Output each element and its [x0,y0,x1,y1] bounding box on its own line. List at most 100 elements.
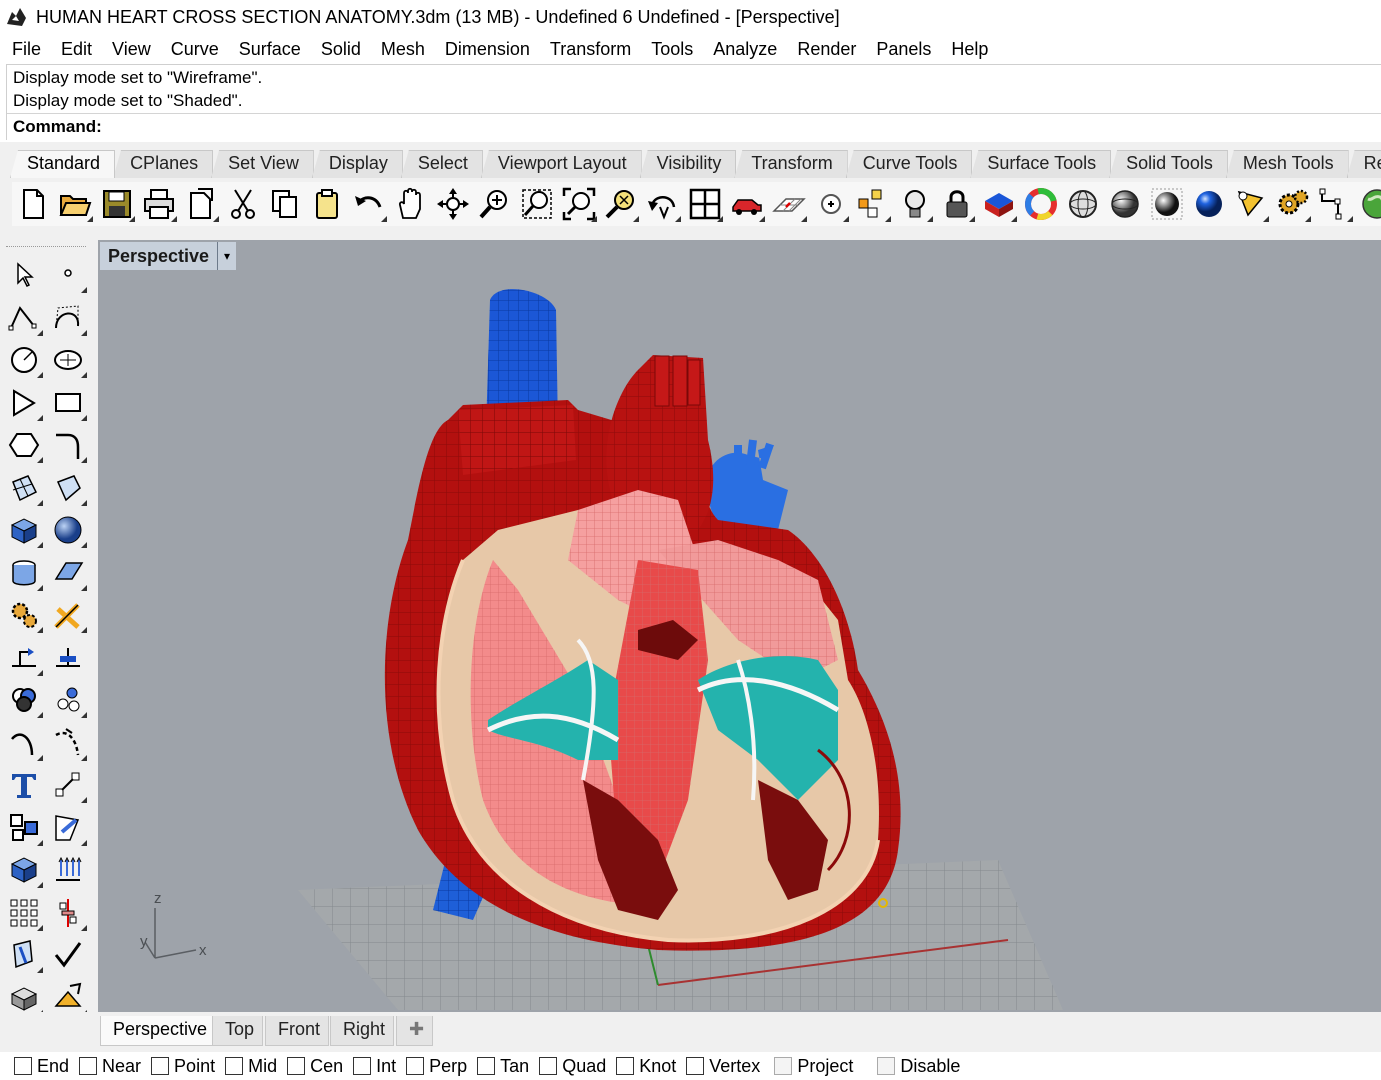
rhino-app-icon[interactable] [4,4,30,30]
checkbox[interactable] [539,1057,558,1075]
options-gear-icon[interactable] [1272,183,1314,225]
menu-curve[interactable]: Curve [161,39,229,60]
osnap-quad[interactable]: Quad [539,1056,606,1077]
rectangle-icon[interactable] [46,382,90,424]
osnap-tan[interactable]: Tan [477,1056,529,1077]
rotate-view-icon[interactable] [432,183,474,225]
wireframe-sphere-icon[interactable] [1062,183,1104,225]
mirror-icon[interactable] [46,892,90,934]
viewport-title[interactable]: Perspective [100,242,219,270]
osnap-cen[interactable]: Cen [287,1056,343,1077]
surface-corner-points-icon[interactable] [2,467,46,509]
select-arrow-icon[interactable] [2,254,46,296]
osnap-perp[interactable]: Perp [406,1056,467,1077]
tab-viewport-right[interactable]: Right [330,1016,395,1046]
four-viewports-icon[interactable] [684,183,726,225]
toolbar-grip[interactable] [6,246,86,249]
undo-view-icon[interactable] [642,183,684,225]
menu-file[interactable]: File [2,39,51,60]
fillet-curve-icon[interactable] [46,424,90,466]
viewport-menu-dropdown-icon[interactable]: ▾ [218,242,236,270]
new-file-icon[interactable] [12,183,54,225]
osnap-point-icon[interactable] [810,183,852,225]
align-icon[interactable] [46,637,90,679]
pan-hand-icon[interactable] [390,183,432,225]
add-viewport-tab-icon[interactable]: ✚ [396,1016,434,1046]
tab-render[interactable]: Rer [1346,150,1381,178]
undo-icon[interactable] [348,183,390,225]
import-icon[interactable] [180,183,222,225]
cplane-grid-icon[interactable] [768,183,810,225]
checkbox[interactable] [353,1057,372,1075]
checkbox[interactable] [14,1057,32,1075]
text-icon[interactable] [2,764,46,806]
osnap-near[interactable]: Near [79,1056,141,1077]
tab-viewport-perspective[interactable]: Perspective [100,1016,217,1046]
print-icon[interactable] [138,183,180,225]
osnap-knot[interactable]: Knot [616,1056,676,1077]
menu-analyze[interactable]: Analyze [703,39,787,60]
split-icon[interactable] [46,594,90,636]
rendered-sphere-icon[interactable] [1146,183,1188,225]
solid-sphere-icon[interactable] [46,509,90,551]
checkbox[interactable] [287,1057,306,1075]
tab-cplanes[interactable]: CPlanes [113,150,214,178]
zoom-extents-icon[interactable] [558,183,600,225]
lock-icon[interactable] [936,183,978,225]
layers-icon[interactable] [852,183,894,225]
cylinder-icon[interactable] [2,552,46,594]
tab-select[interactable]: Select [400,150,483,178]
menu-help[interactable]: Help [941,39,998,60]
edit-points-icon[interactable] [46,807,90,849]
arc-icon[interactable] [2,382,46,424]
tab-set-view[interactable]: Set View [211,150,314,178]
tab-transform[interactable]: Transform [734,150,848,178]
open-folder-icon[interactable] [54,183,96,225]
menu-tools[interactable]: Tools [641,39,703,60]
cut-icon[interactable] [222,183,264,225]
project-icon[interactable] [2,934,46,976]
curve-control-points-icon[interactable] [46,297,90,339]
osnap-vertex[interactable]: Vertex [686,1056,760,1077]
spotlight-icon[interactable] [1230,183,1272,225]
tab-solid-tools[interactable]: Solid Tools [1109,150,1228,178]
named-view-car-icon[interactable] [726,183,768,225]
tab-viewport-layout[interactable]: Viewport Layout [480,150,642,178]
checkbox[interactable] [877,1057,896,1075]
material-sphere-icon[interactable] [1188,183,1230,225]
zoom-dynamic-icon[interactable] [474,183,516,225]
tab-visibility[interactable]: Visibility [639,150,737,178]
checkbox[interactable] [151,1057,170,1075]
menu-panels[interactable]: Panels [866,39,941,60]
block-icon[interactable] [2,807,46,849]
dimension-icon[interactable] [1314,183,1356,225]
copy-icon[interactable] [264,183,306,225]
menu-render[interactable]: Render [787,39,866,60]
command-input[interactable] [101,115,1381,139]
array-icon[interactable] [2,892,46,934]
checkbox[interactable] [79,1057,98,1075]
object-properties-icon[interactable] [978,183,1020,225]
paste-icon[interactable] [306,183,348,225]
circle-icon[interactable] [2,339,46,381]
point-icon[interactable] [46,254,90,296]
checkbox[interactable] [774,1057,793,1075]
zoom-window-icon[interactable] [516,183,558,225]
menu-surface[interactable]: Surface [229,39,311,60]
save-icon[interactable] [96,183,138,225]
group-icon[interactable] [46,679,90,721]
menu-edit[interactable]: Edit [51,39,102,60]
polyline-icon[interactable] [2,297,46,339]
tab-viewport-front[interactable]: Front [265,1016,330,1046]
contour-icon[interactable] [46,849,90,891]
tab-surface-tools[interactable]: Surface Tools [970,150,1112,178]
menu-mesh[interactable]: Mesh [371,39,435,60]
checkbox[interactable] [406,1057,425,1075]
tab-viewport-top[interactable]: Top [212,1016,264,1046]
osnap-disable[interactable]: Disable [877,1056,960,1077]
osnap-end[interactable]: End [14,1056,69,1077]
curve-offset-icon[interactable] [2,722,46,764]
color-wheel-icon[interactable] [1020,183,1062,225]
osnap-project[interactable]: Project [774,1056,853,1077]
heart-3d-model-view[interactable]: z y x [98,240,1381,1012]
